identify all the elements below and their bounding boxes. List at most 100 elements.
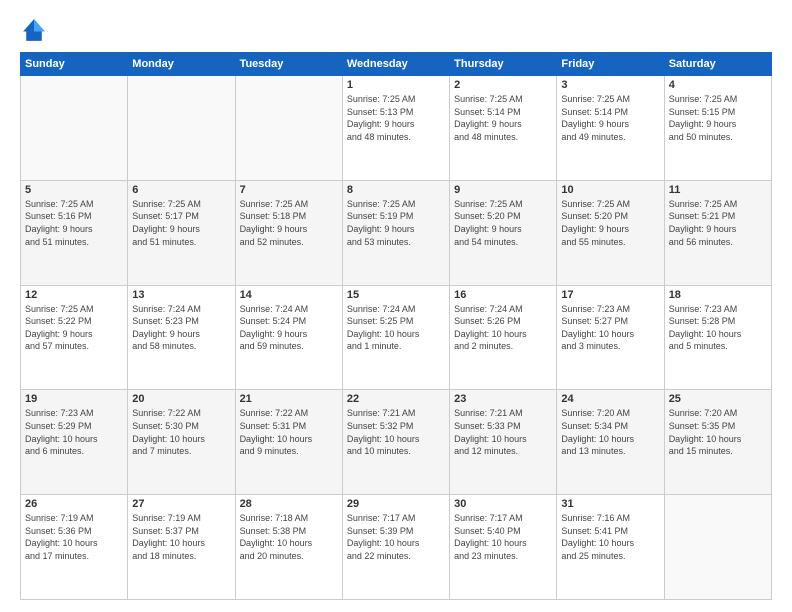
calendar-cell: 6 Sunrise: 7:25 AM Sunset: 5:17 PM Daylig…	[128, 180, 235, 285]
day-info: Sunrise: 7:25 AM Sunset: 5:17 PM Dayligh…	[132, 198, 230, 248]
day-info: Sunrise: 7:18 AM Sunset: 5:38 PM Dayligh…	[240, 512, 338, 562]
weekday-header-row: SundayMondayTuesdayWednesdayThursdayFrid…	[21, 53, 772, 76]
day-number: 24	[561, 393, 659, 405]
calendar-cell	[21, 76, 128, 181]
calendar-cell: 22 Sunrise: 7:21 AM Sunset: 5:32 PM Dayli…	[342, 390, 449, 495]
calendar-week-4: 19Sunrise: 7:23 AM Sunset: 5:29 PM Dayli…	[21, 390, 772, 495]
day-number: 30	[454, 498, 552, 510]
day-info: Sunrise: 7:25 AM Sunset: 5:14 PM Dayligh…	[561, 93, 659, 143]
day-number: 26	[25, 498, 123, 510]
day-number: 4	[669, 79, 767, 91]
day-number: 25	[669, 393, 767, 405]
day-info: Sunrise: 7:23 AM Sunset: 5:28 PM Dayligh…	[669, 303, 767, 353]
day-info: Sunrise: 7:17 AM Sunset: 5:39 PM Dayligh…	[347, 512, 445, 562]
calendar-cell: 23Sunrise: 7:21 AM Sunset: 5:33 PM Dayli…	[450, 390, 557, 495]
weekday-header-saturday: Saturday	[664, 53, 771, 76]
calendar-cell: 4 Sunrise: 7:25 AM Sunset: 5:15 PM Daylig…	[664, 76, 771, 181]
day-number: 22	[347, 393, 445, 405]
day-info: Sunrise: 7:23 AM Sunset: 5:29 PM Dayligh…	[25, 407, 123, 457]
calendar-cell: 2 Sunrise: 7:25 AM Sunset: 5:14 PM Daylig…	[450, 76, 557, 181]
day-number: 8	[347, 184, 445, 196]
day-number: 1	[347, 79, 445, 91]
day-number: 10	[561, 184, 659, 196]
day-number: 11	[669, 184, 767, 196]
logo	[20, 16, 52, 44]
calendar-cell: 11Sunrise: 7:25 AM Sunset: 5:21 PM Dayli…	[664, 180, 771, 285]
day-info: Sunrise: 7:25 AM Sunset: 5:18 PM Dayligh…	[240, 198, 338, 248]
calendar-week-5: 26 Sunrise: 7:19 AM Sunset: 5:36 PM Dayli…	[21, 495, 772, 600]
day-number: 31	[561, 498, 659, 510]
day-info: Sunrise: 7:22 AM Sunset: 5:30 PM Dayligh…	[132, 407, 230, 457]
day-info: Sunrise: 7:25 AM Sunset: 5:20 PM Dayligh…	[454, 198, 552, 248]
calendar-cell: 8Sunrise: 7:25 AM Sunset: 5:19 PM Daylig…	[342, 180, 449, 285]
calendar-cell	[664, 495, 771, 600]
calendar-cell: 15 Sunrise: 7:24 AM Sunset: 5:25 PM Dayli…	[342, 285, 449, 390]
day-number: 28	[240, 498, 338, 510]
calendar-cell: 16 Sunrise: 7:24 AM Sunset: 5:26 PM Dayli…	[450, 285, 557, 390]
calendar-cell: 26 Sunrise: 7:19 AM Sunset: 5:36 PM Dayli…	[21, 495, 128, 600]
weekday-header-monday: Monday	[128, 53, 235, 76]
day-number: 17	[561, 289, 659, 301]
page: SundayMondayTuesdayWednesdayThursdayFrid…	[0, 0, 792, 612]
day-number: 14	[240, 289, 338, 301]
weekday-header-thursday: Thursday	[450, 53, 557, 76]
day-info: Sunrise: 7:24 AM Sunset: 5:24 PM Dayligh…	[240, 303, 338, 353]
day-number: 20	[132, 393, 230, 405]
calendar-cell: 1 Sunrise: 7:25 AM Sunset: 5:13 PM Daylig…	[342, 76, 449, 181]
logo-icon	[20, 16, 48, 44]
day-number: 2	[454, 79, 552, 91]
day-number: 23	[454, 393, 552, 405]
calendar-cell: 25 Sunrise: 7:20 AM Sunset: 5:35 PM Dayli…	[664, 390, 771, 495]
calendar-cell: 21Sunrise: 7:22 AM Sunset: 5:31 PM Dayli…	[235, 390, 342, 495]
calendar-cell	[235, 76, 342, 181]
calendar-cell: 29 Sunrise: 7:17 AM Sunset: 5:39 PM Dayli…	[342, 495, 449, 600]
day-number: 9	[454, 184, 552, 196]
day-info: Sunrise: 7:25 AM Sunset: 5:14 PM Dayligh…	[454, 93, 552, 143]
calendar-cell: 17Sunrise: 7:23 AM Sunset: 5:27 PM Dayli…	[557, 285, 664, 390]
day-number: 12	[25, 289, 123, 301]
calendar-cell: 12 Sunrise: 7:25 AM Sunset: 5:22 PM Dayli…	[21, 285, 128, 390]
weekday-header-wednesday: Wednesday	[342, 53, 449, 76]
calendar-cell: 14 Sunrise: 7:24 AM Sunset: 5:24 PM Dayli…	[235, 285, 342, 390]
calendar-cell: 28 Sunrise: 7:18 AM Sunset: 5:38 PM Dayli…	[235, 495, 342, 600]
day-number: 13	[132, 289, 230, 301]
day-number: 27	[132, 498, 230, 510]
day-info: Sunrise: 7:16 AM Sunset: 5:41 PM Dayligh…	[561, 512, 659, 562]
weekday-header-friday: Friday	[557, 53, 664, 76]
calendar-cell: 13Sunrise: 7:24 AM Sunset: 5:23 PM Dayli…	[128, 285, 235, 390]
day-info: Sunrise: 7:24 AM Sunset: 5:26 PM Dayligh…	[454, 303, 552, 353]
day-info: Sunrise: 7:21 AM Sunset: 5:32 PM Dayligh…	[347, 407, 445, 457]
calendar-cell	[128, 76, 235, 181]
day-info: Sunrise: 7:25 AM Sunset: 5:15 PM Dayligh…	[669, 93, 767, 143]
day-info: Sunrise: 7:17 AM Sunset: 5:40 PM Dayligh…	[454, 512, 552, 562]
day-number: 29	[347, 498, 445, 510]
day-number: 7	[240, 184, 338, 196]
day-number: 16	[454, 289, 552, 301]
day-info: Sunrise: 7:25 AM Sunset: 5:22 PM Dayligh…	[25, 303, 123, 353]
day-number: 5	[25, 184, 123, 196]
calendar-cell: 31 Sunrise: 7:16 AM Sunset: 5:41 PM Dayli…	[557, 495, 664, 600]
day-info: Sunrise: 7:25 AM Sunset: 5:16 PM Dayligh…	[25, 198, 123, 248]
calendar-cell: 27Sunrise: 7:19 AM Sunset: 5:37 PM Dayli…	[128, 495, 235, 600]
header	[20, 16, 772, 44]
day-number: 6	[132, 184, 230, 196]
day-info: Sunrise: 7:20 AM Sunset: 5:34 PM Dayligh…	[561, 407, 659, 457]
calendar-cell: 24 Sunrise: 7:20 AM Sunset: 5:34 PM Dayli…	[557, 390, 664, 495]
day-info: Sunrise: 7:19 AM Sunset: 5:36 PM Dayligh…	[25, 512, 123, 562]
day-number: 15	[347, 289, 445, 301]
calendar-cell: 5 Sunrise: 7:25 AM Sunset: 5:16 PM Daylig…	[21, 180, 128, 285]
day-number: 18	[669, 289, 767, 301]
calendar-cell: 3 Sunrise: 7:25 AM Sunset: 5:14 PM Daylig…	[557, 76, 664, 181]
day-number: 21	[240, 393, 338, 405]
calendar-cell: 7 Sunrise: 7:25 AM Sunset: 5:18 PM Daylig…	[235, 180, 342, 285]
day-number: 3	[561, 79, 659, 91]
day-info: Sunrise: 7:20 AM Sunset: 5:35 PM Dayligh…	[669, 407, 767, 457]
calendar-cell: 30 Sunrise: 7:17 AM Sunset: 5:40 PM Dayli…	[450, 495, 557, 600]
calendar-cell: 20 Sunrise: 7:22 AM Sunset: 5:30 PM Dayli…	[128, 390, 235, 495]
weekday-header-sunday: Sunday	[21, 53, 128, 76]
day-info: Sunrise: 7:25 AM Sunset: 5:13 PM Dayligh…	[347, 93, 445, 143]
calendar-cell: 10 Sunrise: 7:25 AM Sunset: 5:20 PM Dayli…	[557, 180, 664, 285]
day-info: Sunrise: 7:24 AM Sunset: 5:25 PM Dayligh…	[347, 303, 445, 353]
calendar-table: SundayMondayTuesdayWednesdayThursdayFrid…	[20, 52, 772, 600]
day-info: Sunrise: 7:25 AM Sunset: 5:20 PM Dayligh…	[561, 198, 659, 248]
